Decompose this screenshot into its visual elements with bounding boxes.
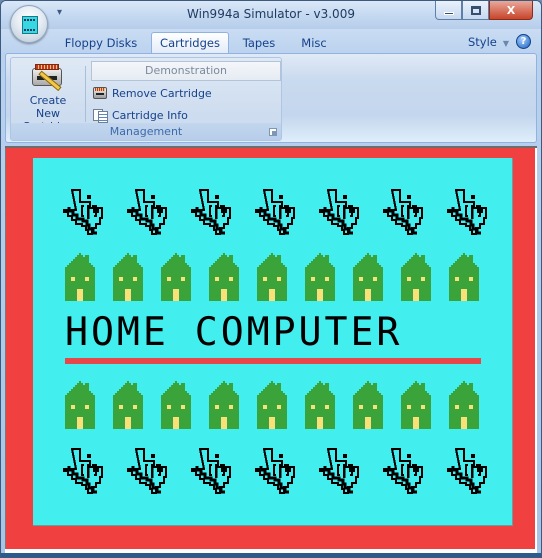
ti-logo-icon bbox=[127, 446, 175, 498]
title-bar[interactable]: ▾ Win994a Simulator - v3.009 X bbox=[1, 1, 541, 29]
ti-logo-icon bbox=[191, 446, 239, 498]
application-menu-button[interactable] bbox=[10, 5, 48, 43]
tab-cartridges[interactable]: Cartridges bbox=[151, 32, 229, 53]
group-label: Management bbox=[11, 123, 281, 140]
headline-underline bbox=[65, 358, 481, 364]
style-menu-label: Style bbox=[467, 35, 497, 49]
cartridge-pencil-icon bbox=[32, 64, 64, 92]
ribbon: Create New Cartridge Demonstration Remov… bbox=[5, 53, 537, 143]
house-sprite bbox=[449, 381, 481, 433]
taskbar-strip bbox=[1, 553, 541, 557]
tab-label: Floppy Disks bbox=[64, 35, 138, 50]
app-window: ▾ Win994a Simulator - v3.009 X Floppy Di… bbox=[0, 0, 542, 558]
tab-label: Cartridges bbox=[160, 36, 220, 50]
ti-logo-icon bbox=[383, 446, 431, 498]
house-sprite bbox=[65, 381, 97, 433]
ti-logo-icon bbox=[447, 187, 495, 239]
window-controls: X bbox=[435, 1, 533, 21]
remove-cartridge-icon bbox=[93, 87, 107, 99]
help-icon[interactable]: ? bbox=[516, 34, 531, 49]
house-sprite bbox=[65, 253, 97, 305]
house-sprite bbox=[161, 381, 193, 433]
dialog-launcher-icon[interactable] bbox=[269, 128, 277, 136]
ribbon-tabs: Floppy Disks Cartridges Tapes Misc Style… bbox=[1, 29, 541, 53]
tab-floppy-disks[interactable]: Floppy Disks bbox=[59, 32, 143, 53]
ti-logo-icon bbox=[191, 187, 239, 239]
minimize-icon bbox=[443, 11, 454, 15]
house-sprite bbox=[353, 381, 385, 433]
house-sprite bbox=[401, 381, 433, 433]
house-sprite bbox=[449, 253, 481, 305]
cartridge-info-icon bbox=[93, 109, 108, 123]
tab-tapes[interactable]: Tapes bbox=[237, 32, 281, 53]
ti-logo-icon bbox=[319, 446, 367, 498]
house-sprite bbox=[257, 381, 289, 433]
selected-cartridge-field[interactable]: Demonstration bbox=[91, 61, 281, 81]
style-menu[interactable]: Style ▼ bbox=[468, 35, 509, 49]
house-sprite bbox=[209, 381, 241, 433]
group-separator bbox=[85, 66, 86, 122]
ti-logo-icon bbox=[383, 187, 431, 239]
tab-label: Tapes bbox=[242, 35, 276, 50]
ti-cartridge-orb-icon bbox=[22, 16, 38, 34]
cartridge-info-button[interactable]: Cartridge Info bbox=[93, 106, 188, 124]
create-new-label-1: Create New bbox=[29, 94, 67, 120]
house-sprite bbox=[257, 253, 289, 305]
ti-logo-icon bbox=[255, 446, 303, 498]
maximize-button[interactable] bbox=[462, 1, 489, 20]
minimize-button[interactable] bbox=[435, 1, 462, 20]
ti-logo-icon bbox=[255, 187, 303, 239]
ti-logo-icon bbox=[447, 446, 495, 498]
ti-logo-icon bbox=[127, 187, 175, 239]
chevron-down-icon: ▼ bbox=[502, 39, 509, 48]
house-sprite bbox=[113, 253, 145, 305]
ti-logo-icon bbox=[63, 187, 111, 239]
create-new-cartridge-button[interactable]: Create New Cartridge bbox=[17, 62, 79, 133]
house-sprite bbox=[401, 253, 433, 305]
remove-cartridge-label: Remove Cartridge bbox=[112, 86, 212, 100]
maximize-icon bbox=[470, 5, 481, 15]
house-sprite bbox=[209, 253, 241, 305]
remove-cartridge-button[interactable]: Remove Cartridge bbox=[93, 84, 212, 102]
ribbon-group-management: Create New Cartridge Demonstration Remov… bbox=[10, 57, 282, 141]
close-button[interactable]: X bbox=[489, 1, 533, 20]
close-icon: X bbox=[506, 3, 516, 17]
tab-label: Misc bbox=[301, 35, 327, 50]
ti-logo-icon bbox=[319, 187, 367, 239]
home-computer-headline: HOME COMPUTER bbox=[65, 310, 403, 355]
house-sprite bbox=[161, 253, 193, 305]
house-sprite bbox=[305, 381, 337, 433]
cartridge-info-label: Cartridge Info bbox=[112, 108, 188, 122]
house-sprite bbox=[353, 253, 385, 305]
ti-logo-icon bbox=[63, 446, 111, 498]
house-sprite bbox=[113, 381, 145, 433]
tab-misc[interactable]: Misc bbox=[295, 32, 333, 53]
house-sprite bbox=[305, 253, 337, 305]
